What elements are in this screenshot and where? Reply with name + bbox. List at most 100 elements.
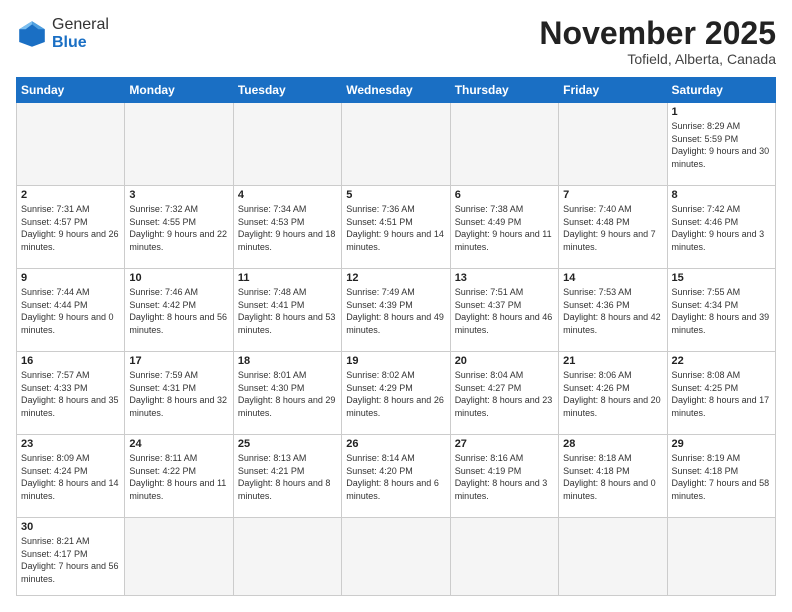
location: Tofield, Alberta, Canada <box>539 51 776 67</box>
day-number: 2 <box>21 189 120 201</box>
table-row: 29Sunrise: 8:19 AM Sunset: 4:18 PM Dayli… <box>667 435 775 518</box>
day-number: 4 <box>238 189 337 201</box>
day-number: 15 <box>672 272 771 284</box>
table-row <box>233 103 341 186</box>
day-info: Sunrise: 7:44 AM Sunset: 4:44 PM Dayligh… <box>21 286 120 336</box>
day-info: Sunrise: 8:14 AM Sunset: 4:20 PM Dayligh… <box>346 452 445 502</box>
day-info: Sunrise: 8:09 AM Sunset: 4:24 PM Dayligh… <box>21 452 120 502</box>
day-info: Sunrise: 8:13 AM Sunset: 4:21 PM Dayligh… <box>238 452 337 502</box>
day-number: 26 <box>346 438 445 450</box>
day-info: Sunrise: 8:18 AM Sunset: 4:18 PM Dayligh… <box>563 452 662 502</box>
table-row: 19 Sunrise: 8:02 AM Sunset: 4:29 PM Dayli… <box>342 352 450 435</box>
day-info: Sunrise: 7:53 AM Sunset: 4:36 PM Dayligh… <box>563 286 662 336</box>
table-row: 21 Sunrise: 8:06 AM Sunset: 4:26 PM Dayli… <box>559 352 667 435</box>
table-row <box>342 103 450 186</box>
table-row: 26 Sunrise: 8:14 AM Sunset: 4:20 PM Dayli… <box>342 435 450 518</box>
col-tuesday: Tuesday <box>233 78 341 103</box>
logo: General Blue <box>16 16 109 51</box>
table-row: 6 Sunrise: 7:38 AM Sunset: 4:49 PM Daylig… <box>450 186 558 269</box>
day-number: 19 <box>346 355 445 367</box>
table-row: 15Sunrise: 7:55 AM Sunset: 4:34 PM Dayli… <box>667 269 775 352</box>
day-info: Sunrise: 7:36 AM Sunset: 4:51 PM Dayligh… <box>346 203 445 253</box>
table-row <box>559 103 667 186</box>
table-row <box>125 103 233 186</box>
day-info: Sunrise: 7:49 AM Sunset: 4:39 PM Dayligh… <box>346 286 445 336</box>
day-number: 3 <box>129 189 228 201</box>
col-wednesday: Wednesday <box>342 78 450 103</box>
day-number: 23 <box>21 438 120 450</box>
day-info: Sunrise: 7:38 AM Sunset: 4:49 PM Dayligh… <box>455 203 554 253</box>
table-row <box>342 518 450 596</box>
day-number: 13 <box>455 272 554 284</box>
day-info: Sunrise: 8:04 AM Sunset: 4:27 PM Dayligh… <box>455 369 554 419</box>
day-number: 27 <box>455 438 554 450</box>
table-row: 17 Sunrise: 7:59 AM Sunset: 4:31 PM Dayli… <box>125 352 233 435</box>
table-row: 25Sunrise: 8:13 AM Sunset: 4:21 PM Dayli… <box>233 435 341 518</box>
day-info: Sunrise: 8:19 AM Sunset: 4:18 PM Dayligh… <box>672 452 771 502</box>
table-row: 4Sunrise: 7:34 AM Sunset: 4:53 PM Daylig… <box>233 186 341 269</box>
table-row <box>17 103 125 186</box>
table-row: 2 Sunrise: 7:31 AM Sunset: 4:57 PM Daylig… <box>17 186 125 269</box>
day-number: 14 <box>563 272 662 284</box>
table-row: 10 Sunrise: 7:46 AM Sunset: 4:42 PM Dayli… <box>125 269 233 352</box>
day-info: Sunrise: 8:02 AM Sunset: 4:29 PM Dayligh… <box>346 369 445 419</box>
day-info: Sunrise: 8:01 AM Sunset: 4:30 PM Dayligh… <box>238 369 337 419</box>
col-saturday: Saturday <box>667 78 775 103</box>
table-row <box>559 518 667 596</box>
table-row: 18 Sunrise: 8:01 AM Sunset: 4:30 PM Dayli… <box>233 352 341 435</box>
day-number: 24 <box>129 438 228 450</box>
day-number: 12 <box>346 272 445 284</box>
calendar-table: Sunday Monday Tuesday Wednesday Thursday… <box>16 77 776 596</box>
logo-text: General Blue <box>52 16 109 51</box>
table-row: 8Sunrise: 7:42 AM Sunset: 4:46 PM Daylig… <box>667 186 775 269</box>
day-number: 18 <box>238 355 337 367</box>
day-number: 1 <box>672 106 771 118</box>
day-number: 22 <box>672 355 771 367</box>
table-row: 9 Sunrise: 7:44 AM Sunset: 4:44 PM Daylig… <box>17 269 125 352</box>
day-info: Sunrise: 7:46 AM Sunset: 4:42 PM Dayligh… <box>129 286 228 336</box>
day-info: Sunrise: 8:11 AM Sunset: 4:22 PM Dayligh… <box>129 452 228 502</box>
table-row: 16Sunrise: 7:57 AM Sunset: 4:33 PM Dayli… <box>17 352 125 435</box>
table-row <box>233 518 341 596</box>
day-number: 6 <box>455 189 554 201</box>
day-number: 20 <box>455 355 554 367</box>
table-row: 22 Sunrise: 8:08 AM Sunset: 4:25 PM Dayli… <box>667 352 775 435</box>
table-row: 14 Sunrise: 7:53 AM Sunset: 4:36 PM Dayli… <box>559 269 667 352</box>
table-row: 7 Sunrise: 7:40 AM Sunset: 4:48 PM Daylig… <box>559 186 667 269</box>
col-monday: Monday <box>125 78 233 103</box>
table-row: 5Sunrise: 7:36 AM Sunset: 4:51 PM Daylig… <box>342 186 450 269</box>
table-row: 23 Sunrise: 8:09 AM Sunset: 4:24 PM Dayli… <box>17 435 125 518</box>
logo-general: General <box>52 16 109 34</box>
table-row: 11Sunrise: 7:48 AM Sunset: 4:41 PM Dayli… <box>233 269 341 352</box>
page: General Blue November 2025 Tofield, Albe… <box>0 0 792 612</box>
day-info: Sunrise: 8:08 AM Sunset: 4:25 PM Dayligh… <box>672 369 771 419</box>
day-number: 9 <box>21 272 120 284</box>
day-number: 7 <box>563 189 662 201</box>
day-info: Sunrise: 7:59 AM Sunset: 4:31 PM Dayligh… <box>129 369 228 419</box>
table-row: 28 Sunrise: 8:18 AM Sunset: 4:18 PM Dayli… <box>559 435 667 518</box>
day-info: Sunrise: 8:06 AM Sunset: 4:26 PM Dayligh… <box>563 369 662 419</box>
day-number: 17 <box>129 355 228 367</box>
table-row: 1 Sunrise: 8:29 AM Sunset: 5:59 PM Daylig… <box>667 103 775 186</box>
day-number: 10 <box>129 272 228 284</box>
day-info: Sunrise: 7:40 AM Sunset: 4:48 PM Dayligh… <box>563 203 662 253</box>
table-row <box>667 518 775 596</box>
month-title: November 2025 <box>539 16 776 51</box>
table-row: 30Sunrise: 8:21 AM Sunset: 4:17 PM Dayli… <box>17 518 125 596</box>
day-number: 21 <box>563 355 662 367</box>
day-info: Sunrise: 7:51 AM Sunset: 4:37 PM Dayligh… <box>455 286 554 336</box>
day-info: Sunrise: 7:57 AM Sunset: 4:33 PM Dayligh… <box>21 369 120 419</box>
table-row: 12 Sunrise: 7:49 AM Sunset: 4:39 PM Dayli… <box>342 269 450 352</box>
day-info: Sunrise: 8:29 AM Sunset: 5:59 PM Dayligh… <box>672 120 771 170</box>
table-row <box>450 518 558 596</box>
header: General Blue November 2025 Tofield, Albe… <box>16 16 776 67</box>
logo-icon <box>16 18 48 50</box>
day-info: Sunrise: 7:48 AM Sunset: 4:41 PM Dayligh… <box>238 286 337 336</box>
day-number: 28 <box>563 438 662 450</box>
day-info: Sunrise: 8:16 AM Sunset: 4:19 PM Dayligh… <box>455 452 554 502</box>
day-info: Sunrise: 8:21 AM Sunset: 4:17 PM Dayligh… <box>21 535 120 585</box>
day-info: Sunrise: 7:31 AM Sunset: 4:57 PM Dayligh… <box>21 203 120 253</box>
col-friday: Friday <box>559 78 667 103</box>
col-thursday: Thursday <box>450 78 558 103</box>
table-row: 3Sunrise: 7:32 AM Sunset: 4:55 PM Daylig… <box>125 186 233 269</box>
